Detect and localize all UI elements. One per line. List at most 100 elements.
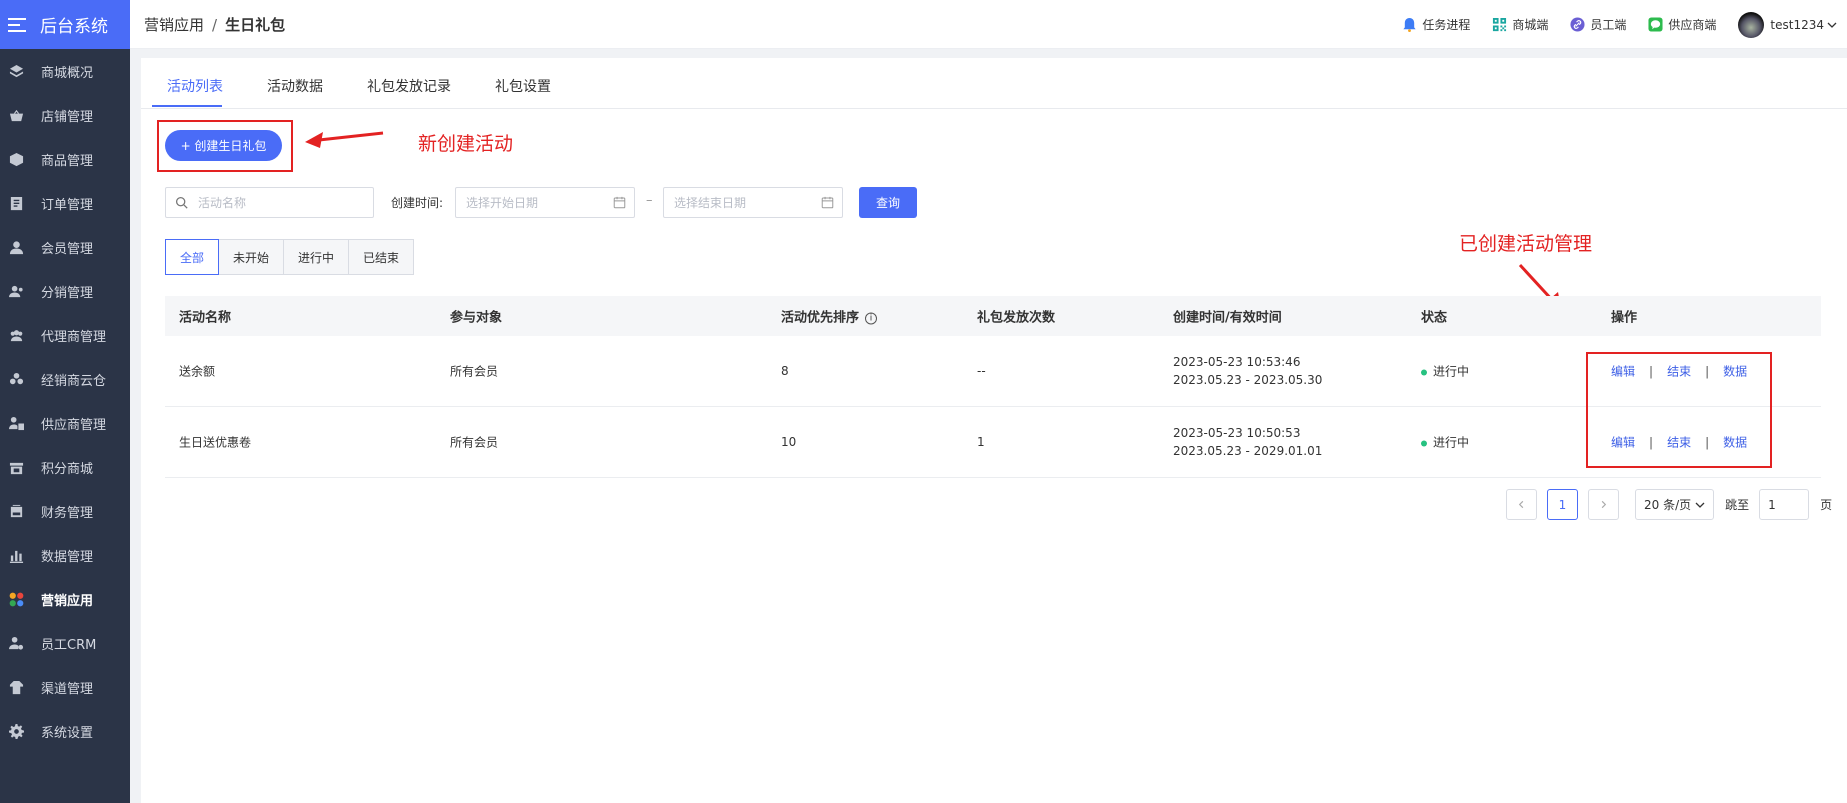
finance-icon	[9, 504, 24, 519]
status-text: 进行中	[1433, 364, 1470, 379]
cell-created-time: 2023-05-23 10:50:53	[1173, 426, 1301, 440]
col-actions: 操作	[1611, 310, 1638, 326]
task-progress-label: 任务进程	[1422, 18, 1471, 32]
bar-chart-icon	[9, 548, 24, 563]
sidebar-item-label: 数据管理	[41, 549, 94, 565]
cell-target: 所有会员	[450, 364, 499, 379]
sidebar-item-marketing[interactable]: 营销应用	[0, 577, 130, 621]
sidebar-item-crm[interactable]: 员工CRM	[0, 621, 130, 665]
table-row: 生日送优惠卷 所有会员 10 1 2023-05-23 10:50:53 2023…	[165, 407, 1821, 478]
staff-link[interactable]: 员工端	[1570, 16, 1626, 33]
prev-page-button[interactable]	[1506, 489, 1537, 520]
supplier-link[interactable]: 供应商端	[1648, 16, 1716, 33]
end-date-field[interactable]	[663, 187, 843, 218]
brand-bar: 后台系统	[0, 0, 130, 49]
supplier-link-label: 供应商端	[1668, 18, 1717, 32]
query-button[interactable]: 查询	[859, 187, 917, 218]
sidebar-item-goods[interactable]: 商品管理	[0, 137, 130, 181]
page-size-select[interactable]: 20 条/页	[1635, 489, 1715, 520]
chevron-down-icon	[1827, 20, 1837, 30]
tab-activity-list[interactable]: 活动列表	[167, 76, 223, 96]
points-store-icon	[9, 460, 24, 475]
next-page-button[interactable]	[1588, 489, 1619, 520]
username: test1234	[1770, 17, 1824, 32]
page-number-current[interactable]: 1	[1547, 489, 1578, 520]
sidebar-item-data[interactable]: 数据管理	[0, 533, 130, 577]
activity-name-input[interactable]	[196, 194, 373, 211]
col-priority: 活动优先排序 i	[781, 307, 878, 326]
sidebar-item-channels[interactable]: 渠道管理	[0, 665, 130, 709]
distribution-icon	[9, 284, 24, 299]
menu-toggle-icon[interactable]	[8, 17, 26, 32]
sidebar-item-label: 营销应用	[41, 593, 94, 609]
sidebar-item-finance[interactable]: 财务管理	[0, 489, 130, 533]
filter-all[interactable]: 全部	[165, 239, 220, 275]
search-box	[165, 187, 374, 218]
annotation-text-create: 新创建活动	[418, 133, 514, 155]
chevron-left-icon	[1518, 500, 1524, 509]
tab-gift-records[interactable]: 礼包发放记录	[367, 76, 451, 96]
gear-icon	[9, 723, 24, 739]
sidebar-item-agents[interactable]: 代理商管理	[0, 313, 130, 357]
breadcrumb-separator: /	[212, 15, 218, 34]
tab-bar: 活动列表 活动数据 礼包发放记录 礼包设置	[141, 58, 1847, 109]
cloud-warehouse-icon	[9, 372, 24, 387]
mall-link-label: 商城端	[1512, 18, 1549, 32]
sidebar-item-overview[interactable]: 商城概况	[0, 49, 130, 93]
task-progress-link[interactable]: 任务进程	[1402, 16, 1470, 33]
cell-activity-name: 生日送优惠卷	[179, 435, 252, 450]
cell-valid-range: 2023.05.23 - 2029.01.01	[1173, 444, 1323, 458]
channel-icon	[9, 680, 24, 695]
filter-not-started[interactable]: 未开始	[218, 239, 285, 275]
sidebar-item-distribution[interactable]: 分销管理	[0, 269, 130, 313]
mall-link[interactable]: 商城端	[1492, 16, 1548, 33]
created-time-label: 创建时间:	[391, 196, 444, 210]
sidebar-item-label: 供应商管理	[41, 417, 107, 433]
cell-created-time: 2023-05-23 10:53:46	[1173, 355, 1301, 369]
sidebar-item-label: 会员管理	[41, 241, 94, 257]
sidebar-item-points-store[interactable]: 积分商城	[0, 445, 130, 489]
jump-page-input[interactable]	[1759, 489, 1810, 520]
box-icon	[9, 152, 24, 167]
info-icon[interactable]: i	[865, 312, 878, 324]
tab-gift-settings[interactable]: 礼包设置	[495, 76, 551, 96]
breadcrumb: 营销应用 / 生日礼包	[144, 14, 285, 35]
active-tab-indicator	[152, 105, 222, 107]
col-time: 创建时间/有效时间	[1173, 310, 1282, 326]
status-badge: 进行中	[1421, 434, 1469, 451]
annotation-text-manage: 已创建活动管理	[1459, 233, 1593, 255]
sidebar-item-settings[interactable]: 系统设置	[0, 709, 130, 753]
jump-label: 跳至	[1725, 498, 1750, 512]
table-header: 活动名称 参与对象 活动优先排序 i 礼包发放次数 创建时间/有效时间 状态 操作	[165, 296, 1821, 336]
col-gift-count: 礼包发放次数	[977, 310, 1056, 326]
cell-priority: 10	[781, 435, 797, 449]
header-actions: 任务进程 商城端 员工端 供应商端 test1234	[1380, 0, 1837, 49]
pagination: 1 20 条/页 跳至 页	[1506, 489, 1832, 520]
agents-icon	[9, 328, 24, 343]
end-date-input[interactable]	[672, 194, 821, 211]
filter-in-progress[interactable]: 进行中	[283, 239, 350, 275]
sidebar-item-cloud-warehouse[interactable]: 经销商云仓	[0, 357, 130, 401]
cell-target: 所有会员	[450, 435, 499, 450]
sidebar-item-members[interactable]: 会员管理	[0, 225, 130, 269]
start-date-field[interactable]	[455, 187, 635, 218]
sidebar-item-shop[interactable]: 店铺管理	[0, 93, 130, 137]
user-menu[interactable]: test1234	[1716, 11, 1837, 38]
start-date-input[interactable]	[464, 194, 613, 211]
cell-activity-name: 送余额	[179, 364, 216, 379]
apps-icon	[9, 592, 24, 607]
sidebar-menu: 商城概况 店铺管理 商品管理 订单管理 会员管理 分销管理 代理商管理 经销商云…	[0, 49, 130, 753]
page-size-value: 20 条/页	[1644, 498, 1692, 512]
col-target: 参与对象	[450, 310, 503, 326]
filter-ended[interactable]: 已结束	[348, 239, 415, 275]
sidebar-item-suppliers[interactable]: 供应商管理	[0, 401, 130, 445]
cell-gift-count: --	[977, 364, 986, 378]
page-suffix: 页	[1820, 498, 1833, 512]
tab-activity-data[interactable]: 活动数据	[267, 76, 323, 96]
sidebar-item-orders[interactable]: 订单管理	[0, 181, 130, 225]
chevron-down-icon	[1695, 502, 1705, 508]
staff-link-icon	[1570, 17, 1585, 32]
cell-priority: 8	[781, 364, 789, 378]
breadcrumb-parent[interactable]: 营销应用	[144, 16, 204, 34]
status-badge: 进行中	[1421, 363, 1469, 380]
